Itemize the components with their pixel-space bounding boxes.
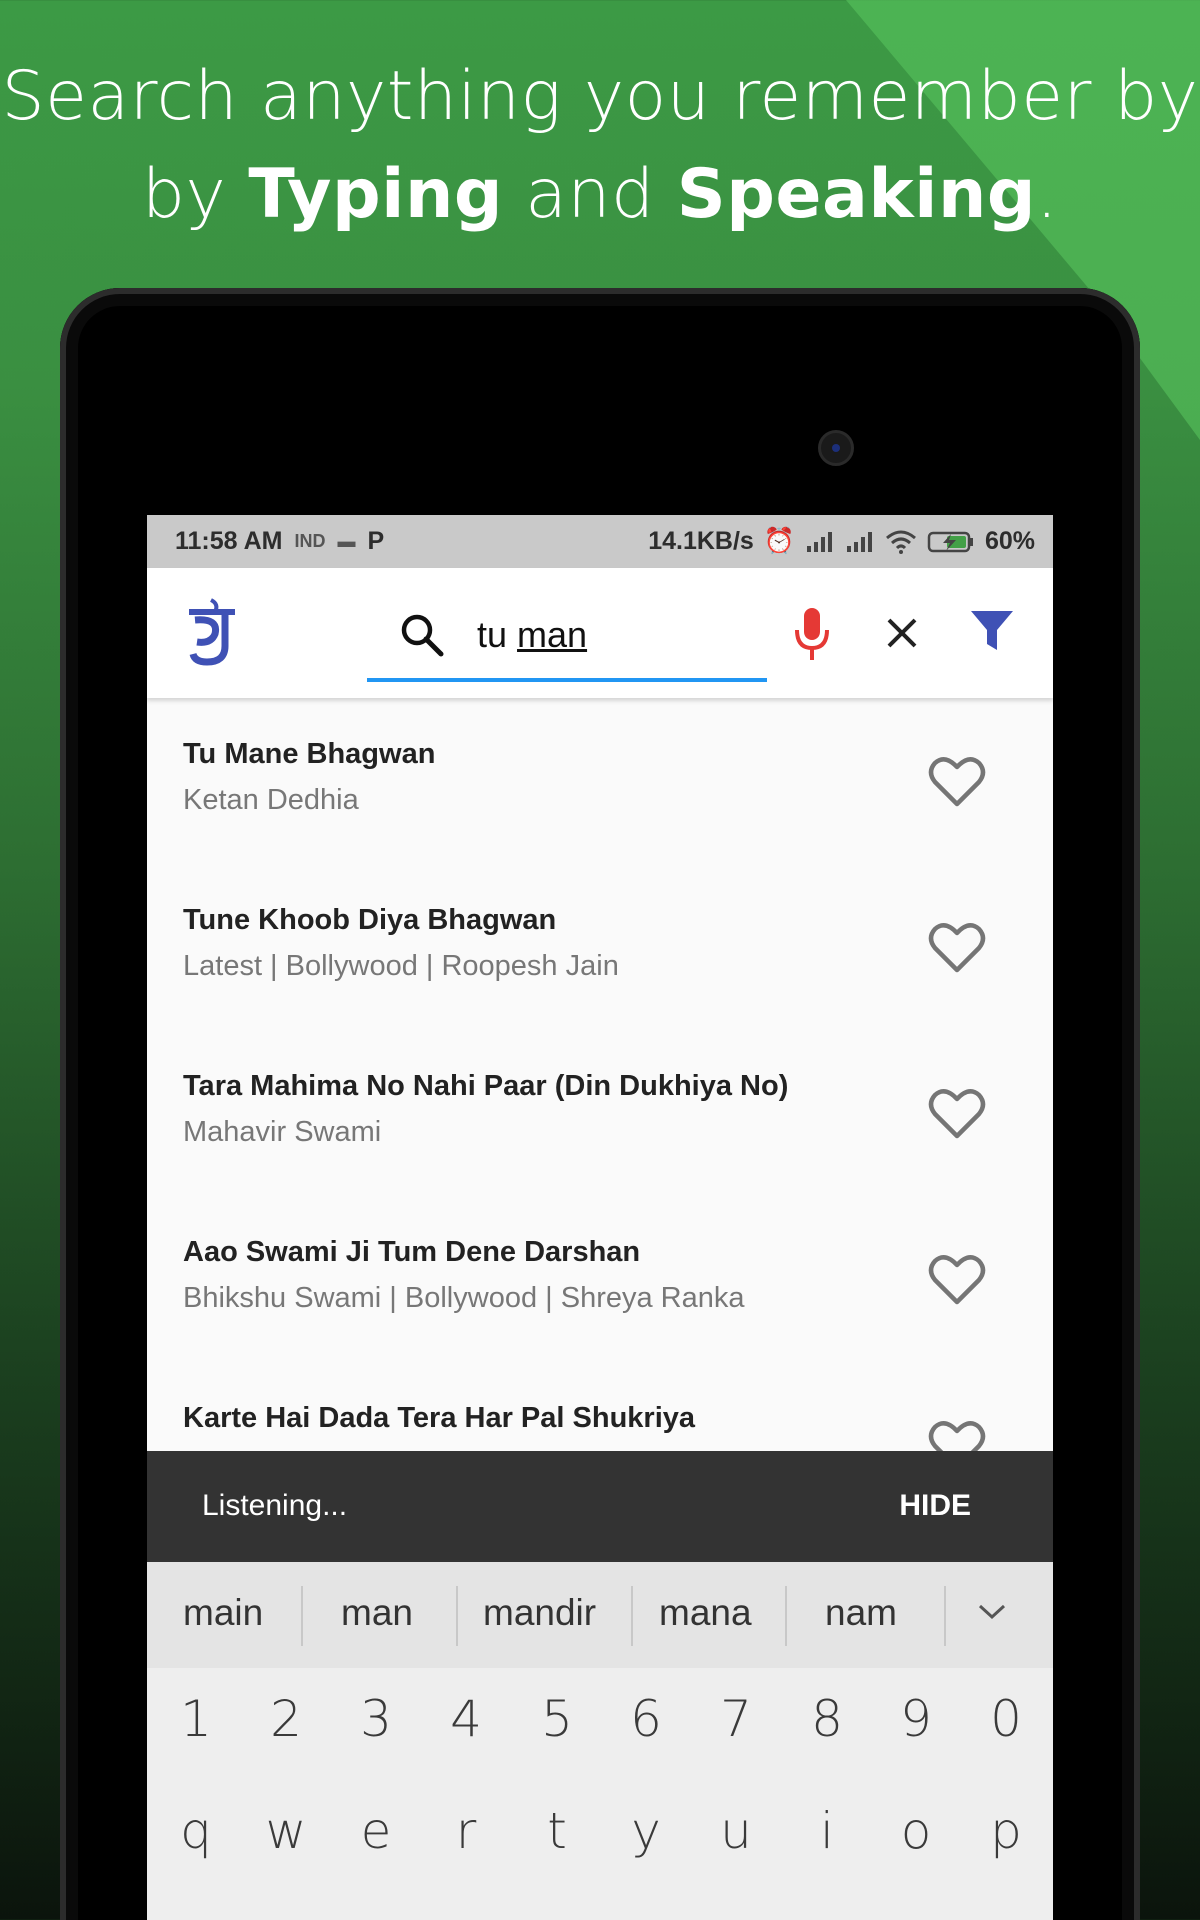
song-title: Karte Hai Dada Tera Har Pal Shukriya bbox=[183, 1402, 696, 1434]
suggestion-strip: main man mandir mana nam bbox=[147, 1562, 1053, 1668]
key[interactable]: 5 bbox=[527, 1690, 587, 1748]
search-text-prefix: tu bbox=[477, 614, 518, 655]
song-title: Tu Mane Bhagwan bbox=[183, 738, 436, 770]
app-bar: tu man bbox=[147, 568, 1053, 698]
soft-keyboard: main man mandir mana nam 1 2 3 4 5 6 7 8… bbox=[147, 1562, 1053, 1920]
parking-status-icon: P bbox=[367, 527, 385, 555]
microphone-icon[interactable] bbox=[792, 606, 832, 662]
status-carrier: IND bbox=[294, 531, 326, 551]
list-item[interactable]: Aao Swami Ji Tum Dene Darshan Bhikshu Sw… bbox=[147, 1196, 1053, 1362]
suggestion-divider bbox=[631, 1586, 633, 1646]
suggestion-item[interactable]: man bbox=[341, 1592, 413, 1634]
key[interactable]: 1 bbox=[166, 1690, 226, 1748]
song-subtitle: Ketan Dedhia bbox=[183, 784, 359, 816]
heart-icon[interactable] bbox=[927, 1252, 987, 1308]
key[interactable]: w bbox=[256, 1802, 316, 1860]
key[interactable]: r bbox=[436, 1802, 496, 1860]
chevron-down-icon[interactable] bbox=[977, 1602, 1007, 1622]
key[interactable]: t bbox=[527, 1802, 587, 1860]
suggestion-divider bbox=[785, 1586, 787, 1646]
key[interactable]: y bbox=[616, 1802, 676, 1860]
key[interactable]: 3 bbox=[346, 1690, 406, 1748]
keyboard-status-icon: ▬ bbox=[337, 531, 356, 551]
snackbar-message: Listening... bbox=[202, 1489, 348, 1522]
results-list: Tu Mane Bhagwan Ketan Dedhia Tune Khoob … bbox=[147, 698, 1053, 1528]
key[interactable]: 4 bbox=[436, 1690, 496, 1748]
promo-line-2-mid: and bbox=[503, 155, 677, 234]
suggestion-item[interactable]: main bbox=[183, 1592, 263, 1634]
key[interactable]: u bbox=[706, 1802, 766, 1860]
close-icon[interactable] bbox=[883, 614, 921, 652]
key[interactable]: q bbox=[166, 1802, 226, 1860]
song-title: Tune Khoob Diya Bhagwan bbox=[183, 904, 557, 936]
battery-percent: 60% bbox=[984, 527, 1035, 555]
key[interactable]: 0 bbox=[976, 1690, 1036, 1748]
key[interactable]: p bbox=[976, 1802, 1036, 1860]
wifi-icon bbox=[885, 530, 916, 554]
key[interactable]: e bbox=[346, 1802, 406, 1860]
key[interactable]: 6 bbox=[616, 1690, 676, 1748]
promo-line-2-suffix: . bbox=[1036, 155, 1059, 234]
song-subtitle: Bhikshu Swami | Bollywood | Shreya Ranka bbox=[183, 1282, 745, 1314]
search-field[interactable]: tu man bbox=[367, 586, 767, 682]
suggestion-item[interactable]: mana bbox=[659, 1592, 752, 1634]
suggestion-divider bbox=[944, 1586, 946, 1646]
song-title: Aao Swami Ji Tum Dene Darshan bbox=[183, 1236, 641, 1268]
promo-line-2: by Typing and Speaking. bbox=[142, 155, 1058, 234]
search-text-composing: man bbox=[517, 614, 588, 655]
promo-speaking-word: Speaking bbox=[676, 155, 1037, 234]
status-time: 11:58 AM bbox=[175, 527, 283, 555]
search-icon bbox=[401, 614, 444, 657]
hide-button[interactable]: HIDE bbox=[899, 1489, 971, 1523]
list-item[interactable]: Tara Mahima No Nahi Paar (Din Dukhiya No… bbox=[147, 1030, 1053, 1196]
suggestion-divider bbox=[456, 1586, 458, 1646]
front-camera bbox=[818, 430, 854, 466]
status-network-speed: 14.1KB/s bbox=[648, 527, 754, 555]
promo-line-2-prefix: by bbox=[141, 155, 249, 234]
list-item[interactable]: Tu Mane Bhagwan Ketan Dedhia bbox=[147, 698, 1053, 864]
promo-typing-word: Typing bbox=[248, 155, 504, 234]
signal-icon bbox=[806, 531, 832, 552]
promo-line-1: Search anything you remember by bbox=[1, 57, 1199, 136]
listening-snackbar: Listening... HIDE bbox=[147, 1451, 1053, 1562]
song-title: Tara Mahima No Nahi Paar (Din Dukhiya No… bbox=[183, 1070, 789, 1102]
key[interactable]: 7 bbox=[706, 1690, 766, 1748]
app-screen: 11:58 AM IND ▬ P 14.1KB/s ⏰ 60% tu man T… bbox=[147, 515, 1053, 1920]
battery-charging-icon bbox=[927, 531, 973, 552]
suggestion-divider bbox=[301, 1586, 303, 1646]
suggestion-item[interactable]: nam bbox=[825, 1592, 897, 1634]
heart-icon[interactable] bbox=[927, 920, 987, 976]
key[interactable]: i bbox=[797, 1802, 857, 1860]
search-input[interactable]: tu man bbox=[477, 614, 587, 656]
heart-icon[interactable] bbox=[927, 754, 987, 810]
key[interactable]: o bbox=[886, 1802, 946, 1860]
filter-icon[interactable] bbox=[969, 608, 1015, 654]
key[interactable]: 8 bbox=[797, 1690, 857, 1748]
song-subtitle: Latest | Bollywood | Roopesh Jain bbox=[183, 950, 619, 982]
alarm-icon: ⏰ bbox=[763, 527, 795, 555]
promo-headline: Search anything you remember by by Typin… bbox=[0, 48, 1200, 244]
key[interactable]: 9 bbox=[886, 1690, 946, 1748]
signal-icon-2 bbox=[846, 531, 872, 552]
jain-logo-icon[interactable] bbox=[185, 598, 241, 668]
suggestion-item[interactable]: mandir bbox=[483, 1592, 596, 1634]
list-item[interactable]: Tune Khoob Diya Bhagwan Latest | Bollywo… bbox=[147, 864, 1053, 1030]
key[interactable]: 2 bbox=[256, 1690, 316, 1748]
heart-icon[interactable] bbox=[927, 1086, 987, 1142]
song-subtitle: Mahavir Swami bbox=[183, 1116, 382, 1148]
status-bar: 11:58 AM IND ▬ P 14.1KB/s ⏰ 60% bbox=[147, 515, 1053, 568]
